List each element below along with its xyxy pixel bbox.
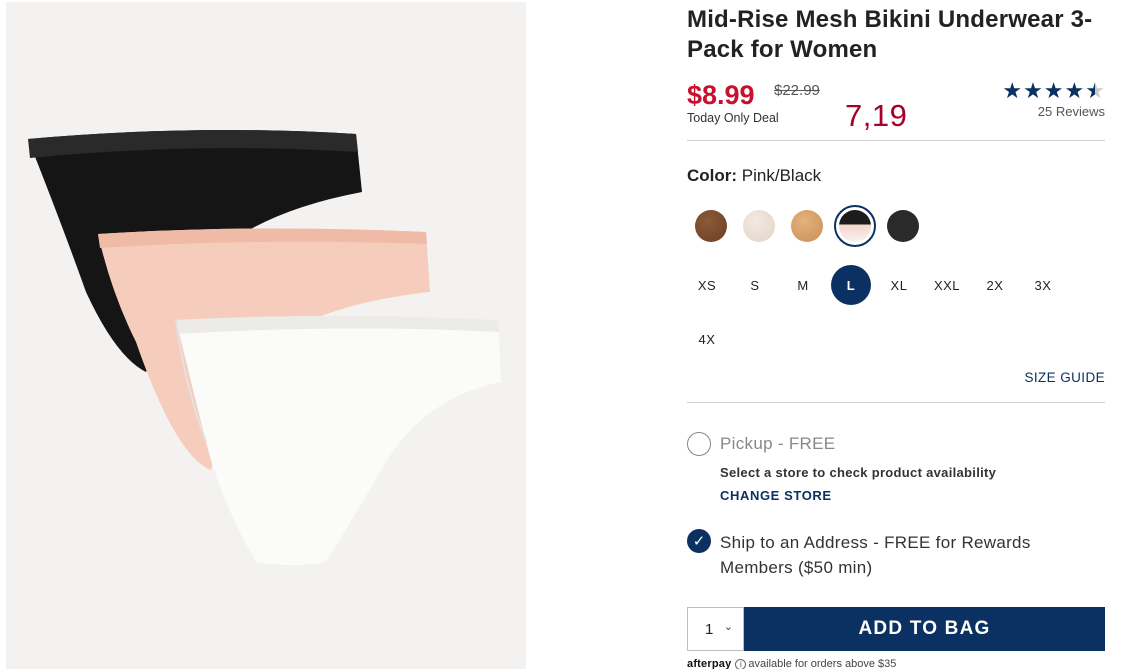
ship-radio[interactable]: ✓ <box>687 529 711 553</box>
quantity-value: 1 <box>705 620 714 638</box>
original-price: $22.99 <box>774 82 820 99</box>
color-label: Color: Pink/Black <box>687 166 821 186</box>
swatch-brown[interactable] <box>695 210 727 242</box>
size-option[interactable]: S <box>735 265 775 305</box>
star-icon: ★ <box>1023 78 1043 103</box>
size-option[interactable]: XS <box>687 265 727 305</box>
star-icon: ★ <box>1043 78 1064 103</box>
pickup-label[interactable]: Pickup - FREE <box>720 434 835 454</box>
product-image[interactable] <box>6 2 526 669</box>
pickup-note: Select a store to check product availabi… <box>720 465 997 480</box>
checkmark-icon: ✓ <box>692 533 706 550</box>
size-option-selected[interactable]: L <box>831 265 871 305</box>
size-guide-link[interactable]: SIZE GUIDE <box>1024 370 1105 385</box>
size-option[interactable]: XL <box>879 265 919 305</box>
size-option[interactable]: M <box>783 265 823 305</box>
divider <box>687 402 1105 403</box>
ship-label[interactable]: Ship to an Address - FREE for Rewards Me… <box>720 530 1100 580</box>
swatch-pink-black[interactable] <box>834 205 876 247</box>
star-icon: ★ <box>1064 78 1085 103</box>
star-icon: ★ <box>1002 78 1023 103</box>
afterpay-text: available for orders above $35 <box>748 658 897 669</box>
quantity-select[interactable]: 1 ⌄ <box>687 607 744 651</box>
swatch-ivory[interactable] <box>743 210 775 242</box>
overlay-price: 7,19 <box>845 98 908 133</box>
color-swatches <box>695 205 919 247</box>
swatch-tan[interactable] <box>791 210 823 242</box>
size-option[interactable]: XXL <box>927 265 967 305</box>
selected-color: Pink/Black <box>741 166 822 185</box>
add-to-bag-button[interactable]: ADD TO BAG <box>744 607 1105 651</box>
change-store-link[interactable]: CHANGE STORE <box>720 488 832 503</box>
size-option[interactable]: 4X <box>687 319 727 359</box>
half-star-icon: ★ <box>1085 78 1105 103</box>
sale-price: $8.99 <box>687 80 755 110</box>
swatch-black[interactable] <box>887 210 919 242</box>
divider <box>687 140 1105 141</box>
size-option[interactable]: 2X <box>975 265 1015 305</box>
product-info-panel: Mid-Rise Mesh Bikini Underwear 3-Pack fo… <box>687 0 1105 669</box>
product-title: Mid-Rise Mesh Bikini Underwear 3-Pack fo… <box>687 6 1093 63</box>
deal-label: Today Only Deal <box>687 111 779 125</box>
star-rating: ★ ★ ★ ★ ★ <box>975 80 1105 102</box>
info-icon[interactable]: i <box>735 659 747 669</box>
review-count-link[interactable]: 25 Reviews <box>975 104 1105 119</box>
rating-block[interactable]: ★ ★ ★ ★ ★ 25 Reviews <box>975 80 1105 120</box>
chevron-down-icon: ⌄ <box>723 621 733 633</box>
afterpay-message: afterpay i available for orders above $35 <box>687 658 1107 669</box>
color-label-title: Color: <box>687 166 738 185</box>
afterpay-logo: afterpay <box>687 658 732 669</box>
pickup-radio[interactable] <box>687 432 711 456</box>
size-selector: XS S M L XL XXL 2X 3X 4X <box>687 265 1087 359</box>
size-option[interactable]: 3X <box>1023 265 1063 305</box>
